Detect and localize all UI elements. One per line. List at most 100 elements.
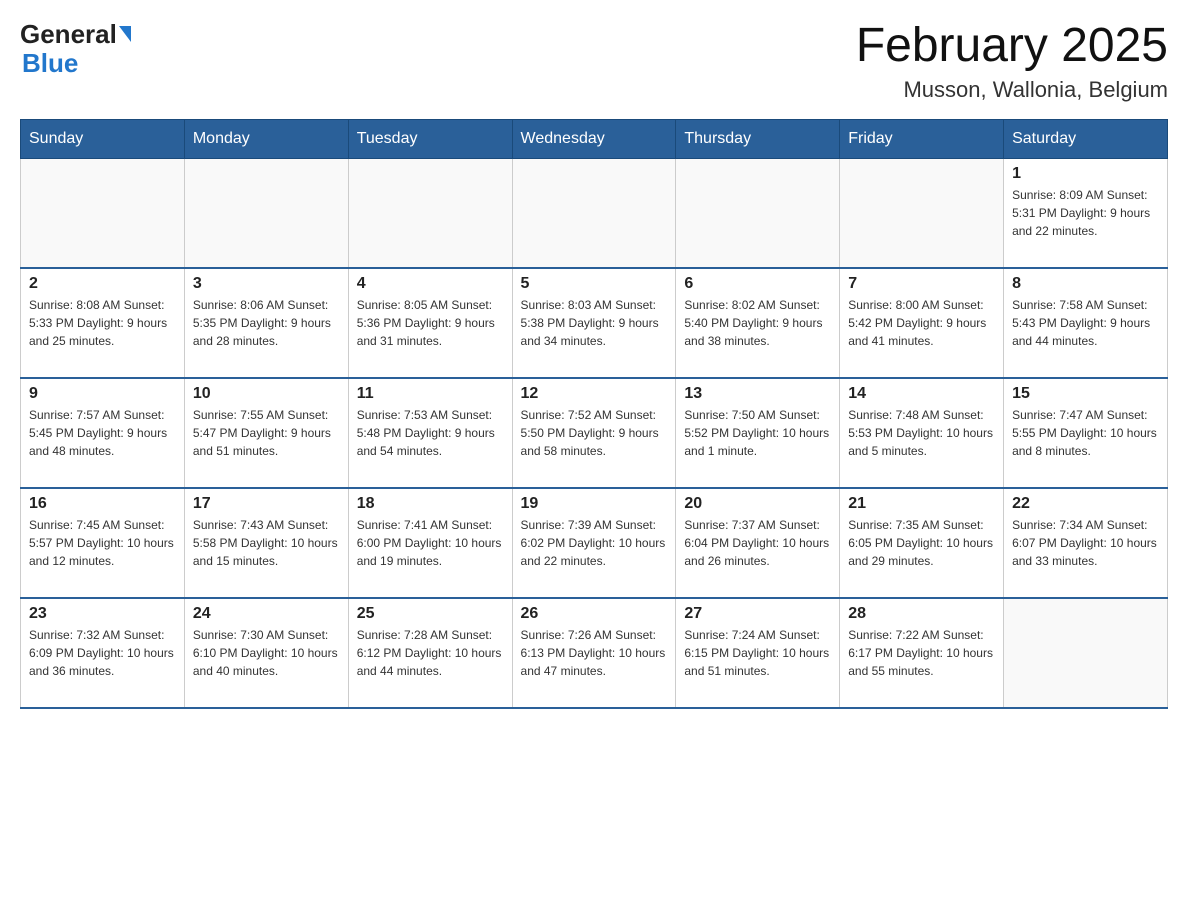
- day-number: 14: [848, 385, 995, 403]
- day-number: 13: [684, 385, 831, 403]
- day-number: 24: [193, 605, 340, 623]
- day-info: Sunrise: 7:24 AM Sunset: 6:15 PM Dayligh…: [684, 626, 831, 680]
- day-info: Sunrise: 7:35 AM Sunset: 6:05 PM Dayligh…: [848, 516, 995, 570]
- calendar-week-row: 23 Sunrise: 7:32 AM Sunset: 6:09 PM Dayli…: [21, 598, 1168, 708]
- calendar-cell: [1004, 598, 1168, 708]
- calendar-cell: 8 Sunrise: 7:58 AM Sunset: 5:43 PM Daylig…: [1004, 268, 1168, 378]
- day-number: 9: [29, 385, 176, 403]
- calendar-week-row: 16 Sunrise: 7:45 AM Sunset: 5:57 PM Dayli…: [21, 488, 1168, 598]
- day-info: Sunrise: 7:41 AM Sunset: 6:00 PM Dayligh…: [357, 516, 504, 570]
- weekday-header-sunday: Sunday: [21, 119, 185, 158]
- day-number: 4: [357, 275, 504, 293]
- day-info: Sunrise: 8:03 AM Sunset: 5:38 PM Dayligh…: [521, 296, 668, 350]
- calendar-cell: 10 Sunrise: 7:55 AM Sunset: 5:47 PM Dayli…: [184, 378, 348, 488]
- calendar-cell: 9 Sunrise: 7:57 AM Sunset: 5:45 PM Daylig…: [21, 378, 185, 488]
- title-block: February 2025 Musson, Wallonia, Belgium: [856, 20, 1168, 103]
- day-info: Sunrise: 7:48 AM Sunset: 5:53 PM Dayligh…: [848, 406, 995, 460]
- day-number: 23: [29, 605, 176, 623]
- page-subtitle: Musson, Wallonia, Belgium: [856, 77, 1168, 103]
- logo-blue: Blue: [22, 49, 78, 78]
- day-info: Sunrise: 7:50 AM Sunset: 5:52 PM Dayligh…: [684, 406, 831, 460]
- day-number: 12: [521, 385, 668, 403]
- day-info: Sunrise: 7:37 AM Sunset: 6:04 PM Dayligh…: [684, 516, 831, 570]
- calendar-cell: 28Sunrise: 7:22 AM Sunset: 6:17 PM Dayli…: [840, 598, 1004, 708]
- calendar-cell: 14 Sunrise: 7:48 AM Sunset: 5:53 PM Dayli…: [840, 378, 1004, 488]
- calendar-cell: 2 Sunrise: 8:08 AM Sunset: 5:33 PM Daylig…: [21, 268, 185, 378]
- weekday-header-row: SundayMondayTuesdayWednesdayThursdayFrid…: [21, 119, 1168, 158]
- day-info: Sunrise: 7:39 AM Sunset: 6:02 PM Dayligh…: [521, 516, 668, 570]
- day-info: Sunrise: 8:09 AM Sunset: 5:31 PM Dayligh…: [1012, 186, 1159, 240]
- calendar-cell: 13 Sunrise: 7:50 AM Sunset: 5:52 PM Dayli…: [676, 378, 840, 488]
- calendar-cell: 17Sunrise: 7:43 AM Sunset: 5:58 PM Dayli…: [184, 488, 348, 598]
- weekday-header-saturday: Saturday: [1004, 119, 1168, 158]
- calendar-week-row: 9 Sunrise: 7:57 AM Sunset: 5:45 PM Daylig…: [21, 378, 1168, 488]
- calendar-cell: 3Sunrise: 8:06 AM Sunset: 5:35 PM Daylig…: [184, 268, 348, 378]
- calendar-cell: 1 Sunrise: 8:09 AM Sunset: 5:31 PM Daylig…: [1004, 158, 1168, 268]
- calendar-cell: 18 Sunrise: 7:41 AM Sunset: 6:00 PM Dayli…: [348, 488, 512, 598]
- calendar-cell: 22 Sunrise: 7:34 AM Sunset: 6:07 PM Dayli…: [1004, 488, 1168, 598]
- day-info: Sunrise: 7:26 AM Sunset: 6:13 PM Dayligh…: [521, 626, 668, 680]
- day-info: Sunrise: 8:05 AM Sunset: 5:36 PM Dayligh…: [357, 296, 504, 350]
- calendar-cell: 6 Sunrise: 8:02 AM Sunset: 5:40 PM Daylig…: [676, 268, 840, 378]
- day-number: 26: [521, 605, 668, 623]
- calendar-cell: 15 Sunrise: 7:47 AM Sunset: 5:55 PM Dayli…: [1004, 378, 1168, 488]
- day-info: Sunrise: 7:34 AM Sunset: 6:07 PM Dayligh…: [1012, 516, 1159, 570]
- day-number: 20: [684, 495, 831, 513]
- day-info: Sunrise: 8:02 AM Sunset: 5:40 PM Dayligh…: [684, 296, 831, 350]
- day-info: Sunrise: 8:08 AM Sunset: 5:33 PM Dayligh…: [29, 296, 176, 350]
- weekday-header-monday: Monday: [184, 119, 348, 158]
- day-info: Sunrise: 7:55 AM Sunset: 5:47 PM Dayligh…: [193, 406, 340, 460]
- calendar-cell: 12Sunrise: 7:52 AM Sunset: 5:50 PM Dayli…: [512, 378, 676, 488]
- day-number: 7: [848, 275, 995, 293]
- day-info: Sunrise: 7:43 AM Sunset: 5:58 PM Dayligh…: [193, 516, 340, 570]
- day-number: 21: [848, 495, 995, 513]
- calendar-cell: 24 Sunrise: 7:30 AM Sunset: 6:10 PM Dayli…: [184, 598, 348, 708]
- calendar-week-row: 1 Sunrise: 8:09 AM Sunset: 5:31 PM Daylig…: [21, 158, 1168, 268]
- calendar-cell: 25Sunrise: 7:28 AM Sunset: 6:12 PM Dayli…: [348, 598, 512, 708]
- day-info: Sunrise: 7:47 AM Sunset: 5:55 PM Dayligh…: [1012, 406, 1159, 460]
- calendar-cell: 4 Sunrise: 8:05 AM Sunset: 5:36 PM Daylig…: [348, 268, 512, 378]
- calendar-cell: 5 Sunrise: 8:03 AM Sunset: 5:38 PM Daylig…: [512, 268, 676, 378]
- day-info: Sunrise: 7:45 AM Sunset: 5:57 PM Dayligh…: [29, 516, 176, 570]
- day-info: Sunrise: 7:32 AM Sunset: 6:09 PM Dayligh…: [29, 626, 176, 680]
- calendar-cell: 16 Sunrise: 7:45 AM Sunset: 5:57 PM Dayli…: [21, 488, 185, 598]
- calendar-cell: [676, 158, 840, 268]
- day-number: 6: [684, 275, 831, 293]
- calendar-cell: 23 Sunrise: 7:32 AM Sunset: 6:09 PM Dayli…: [21, 598, 185, 708]
- day-number: 22: [1012, 495, 1159, 513]
- calendar-week-row: 2 Sunrise: 8:08 AM Sunset: 5:33 PM Daylig…: [21, 268, 1168, 378]
- logo-general: General: [20, 20, 117, 49]
- day-number: 1: [1012, 165, 1159, 183]
- day-number: 27: [684, 605, 831, 623]
- day-info: Sunrise: 7:58 AM Sunset: 5:43 PM Dayligh…: [1012, 296, 1159, 350]
- calendar-cell: 7 Sunrise: 8:00 AM Sunset: 5:42 PM Daylig…: [840, 268, 1004, 378]
- day-number: 15: [1012, 385, 1159, 403]
- weekday-header-tuesday: Tuesday: [348, 119, 512, 158]
- page-header: General Blue February 2025 Musson, Wallo…: [20, 20, 1168, 103]
- logo: General Blue: [20, 20, 131, 77]
- day-info: Sunrise: 7:30 AM Sunset: 6:10 PM Dayligh…: [193, 626, 340, 680]
- day-number: 28: [848, 605, 995, 623]
- day-number: 11: [357, 385, 504, 403]
- weekday-header-friday: Friday: [840, 119, 1004, 158]
- day-number: 3: [193, 275, 340, 293]
- day-info: Sunrise: 7:53 AM Sunset: 5:48 PM Dayligh…: [357, 406, 504, 460]
- day-number: 5: [521, 275, 668, 293]
- calendar-cell: [21, 158, 185, 268]
- day-info: Sunrise: 8:00 AM Sunset: 5:42 PM Dayligh…: [848, 296, 995, 350]
- day-number: 10: [193, 385, 340, 403]
- day-number: 2: [29, 275, 176, 293]
- weekday-header-wednesday: Wednesday: [512, 119, 676, 158]
- calendar-cell: 27 Sunrise: 7:24 AM Sunset: 6:15 PM Dayli…: [676, 598, 840, 708]
- day-number: 25: [357, 605, 504, 623]
- page-title: February 2025: [856, 20, 1168, 73]
- day-number: 8: [1012, 275, 1159, 293]
- day-info: Sunrise: 7:57 AM Sunset: 5:45 PM Dayligh…: [29, 406, 176, 460]
- weekday-header-thursday: Thursday: [676, 119, 840, 158]
- logo-triangle-icon: [119, 26, 131, 42]
- day-number: 16: [29, 495, 176, 513]
- day-number: 18: [357, 495, 504, 513]
- calendar-cell: 21 Sunrise: 7:35 AM Sunset: 6:05 PM Dayli…: [840, 488, 1004, 598]
- calendar-cell: [184, 158, 348, 268]
- calendar-cell: [348, 158, 512, 268]
